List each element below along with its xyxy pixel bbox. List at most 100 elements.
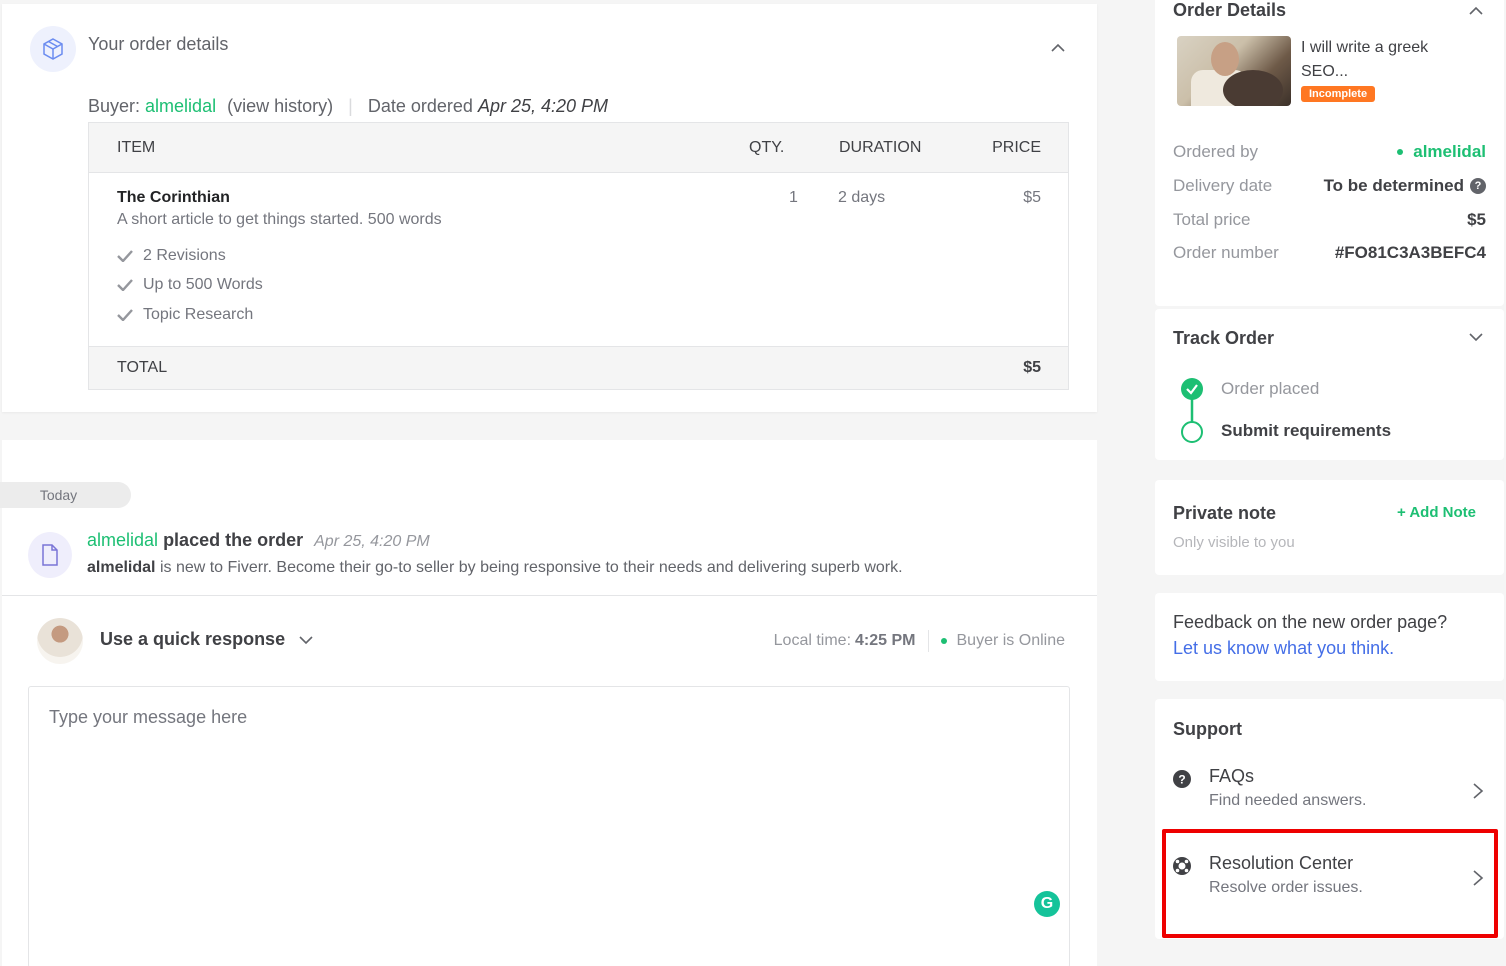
help-icon[interactable]: ? [1470,178,1486,194]
delivery-date-row: Delivery date To be determined? [1173,176,1486,196]
order-number-value: #FO81C3A3BEFC4 [1334,243,1486,262]
order-activity-card: Today almelidal placed the order Apr 25,… [0,440,1097,966]
buyer-online-status: Buyer is Online [956,632,1066,649]
feedback-title: Feedback on the new order page? [1173,612,1448,632]
feature-item: 2 Revisions [117,247,226,265]
table-row: The Corinthian A short article to get th… [89,173,1068,347]
sidebar-order-details: Order Details I will write a greek SEO..… [1155,0,1504,306]
step-done-icon [1181,378,1203,400]
col-item: ITEM [117,139,156,156]
gig-thumbnail[interactable] [1177,36,1291,106]
track-step-submit-requirements: Submit requirements [1221,421,1392,440]
item-description: A short article to get things started. 5… [117,211,442,228]
buyer-avatar [37,618,83,664]
online-dot-icon [1397,149,1404,155]
message-input[interactable] [29,687,1069,966]
collapse-chevron-up-icon[interactable] [1050,40,1070,60]
order-number-label: Order number [1173,243,1279,262]
feature-label: Up to 500 Words [143,276,263,293]
resolution-center-subtitle: Resolve order issues. [1209,879,1363,896]
day-separator: Today [0,482,131,508]
chevron-right-icon [1473,783,1484,799]
lifebuoy-icon [1173,857,1191,875]
sidebar-order-details-title: Order Details [1173,0,1287,20]
feature-label: Topic Research [143,306,254,323]
package-icon [30,26,76,72]
order-details-card: Your order details Buyer: almelidal (vie… [2,4,1097,412]
event-action: placed the order [163,530,304,550]
total-price-row: Total price $5 [1173,210,1486,230]
message-box: G [28,686,1070,966]
event-time: Apr 25, 4:20 PM [314,533,430,550]
view-history-link[interactable]: (view history) [227,96,333,116]
feature-item: Topic Research [117,306,253,324]
event-sub-user: almelidal [87,559,156,576]
check-icon [117,309,133,321]
table-total-row: TOTAL $5 [89,346,1068,389]
track-order-title: Track Order [1173,328,1275,348]
delivery-date-value: To be determined? [1324,176,1486,196]
ordered-by-value[interactable]: almelidal [1397,142,1486,162]
delivery-date-label: Delivery date [1173,176,1273,195]
collapse-chevron-up-icon[interactable] [1468,4,1484,20]
status-badge: Incomplete [1301,86,1376,102]
delivery-date-text: To be determined [1323,176,1464,195]
item-price: $5 [1023,189,1041,206]
add-note-button[interactable]: + Add Note [1397,504,1476,521]
local-time-label: Local time: [773,632,852,649]
order-details-title: Your order details [88,34,229,54]
date-ordered-label: Date ordered [367,96,473,116]
sidebar-track-order: Track Order Order placed Submit requirem… [1155,309,1504,460]
step-pending-icon [1181,421,1203,443]
order-placed-event: almelidal placed the order Apr 25, 4:20 … [87,530,430,551]
faqs-subtitle: Find needed answers. [1209,792,1367,809]
separator [927,630,929,652]
date-ordered-value: Apr 25, 4:20 PM [477,96,609,116]
private-note-title: Private note [1173,503,1277,523]
sidebar-support: Support ? FAQs Find needed answers. Reso… [1155,699,1504,939]
order-items-table: ITEM QTY. DURATION PRICE The Corinthian … [88,122,1069,390]
total-price-label: Total price [1173,210,1251,229]
col-duration: DURATION [839,139,922,156]
col-qty: QTY. [749,139,785,156]
feature-item: Up to 500 Words [117,276,263,294]
total-value: $5 [1023,359,1041,376]
order-number-row: Order number #FO81C3A3BEFC4 [1173,243,1486,263]
buyer-info-line: Buyer: almelidal (view history) | Date o… [88,96,608,117]
grammarly-icon[interactable]: G [1034,891,1060,917]
quick-response-dropdown[interactable]: Use a quick response [100,629,313,650]
chevron-down-icon [299,635,313,644]
event-description: almelidal is new to Fiverr. Become their… [87,559,903,577]
ordered-by-label: Ordered by [1173,142,1259,161]
chevron-right-icon [1473,870,1484,886]
svg-text:?: ? [1178,773,1185,787]
support-title: Support [1173,719,1242,739]
ordered-by-username: almelidal [1413,142,1486,161]
buyer-label: Buyer: [88,96,141,116]
support-item-resolution-center[interactable]: Resolution Center Resolve order issues. [1155,849,1504,929]
ordered-by-row: Ordered by almelidal [1173,142,1486,162]
sidebar-private-note: Private note + Add Note Only visible to … [1155,480,1504,575]
buyer-status-line: Local time: 4:25 PM Buyer is Online [774,630,1065,652]
quick-response-label: Use a quick response [100,629,286,649]
check-icon [117,279,133,291]
expand-chevron-down-icon[interactable] [1468,329,1484,345]
faqs-title: FAQs [1209,766,1255,786]
feedback-link[interactable]: Let us know what you think. [1173,638,1394,659]
event-user-link[interactable]: almelidal [87,530,158,550]
item-qty: 1 [789,189,798,206]
check-icon [117,250,133,262]
divider [2,595,1097,596]
support-item-faqs[interactable]: ? FAQs Find needed answers. [1155,762,1504,842]
private-note-subtitle: Only visible to you [1173,534,1295,551]
feature-label: 2 Revisions [143,247,226,264]
col-price: PRICE [992,139,1041,156]
gig-title[interactable]: I will write a greek SEO... [1301,36,1471,84]
local-time-value: 4:25 PM [855,632,916,649]
track-progress-line [1181,378,1203,443]
total-label: TOTAL [117,359,168,376]
table-header: ITEM QTY. DURATION PRICE [89,123,1068,173]
online-dot-icon [940,638,947,644]
buyer-name-link[interactable]: almelidal [145,96,216,116]
item-name: The Corinthian [117,189,230,206]
